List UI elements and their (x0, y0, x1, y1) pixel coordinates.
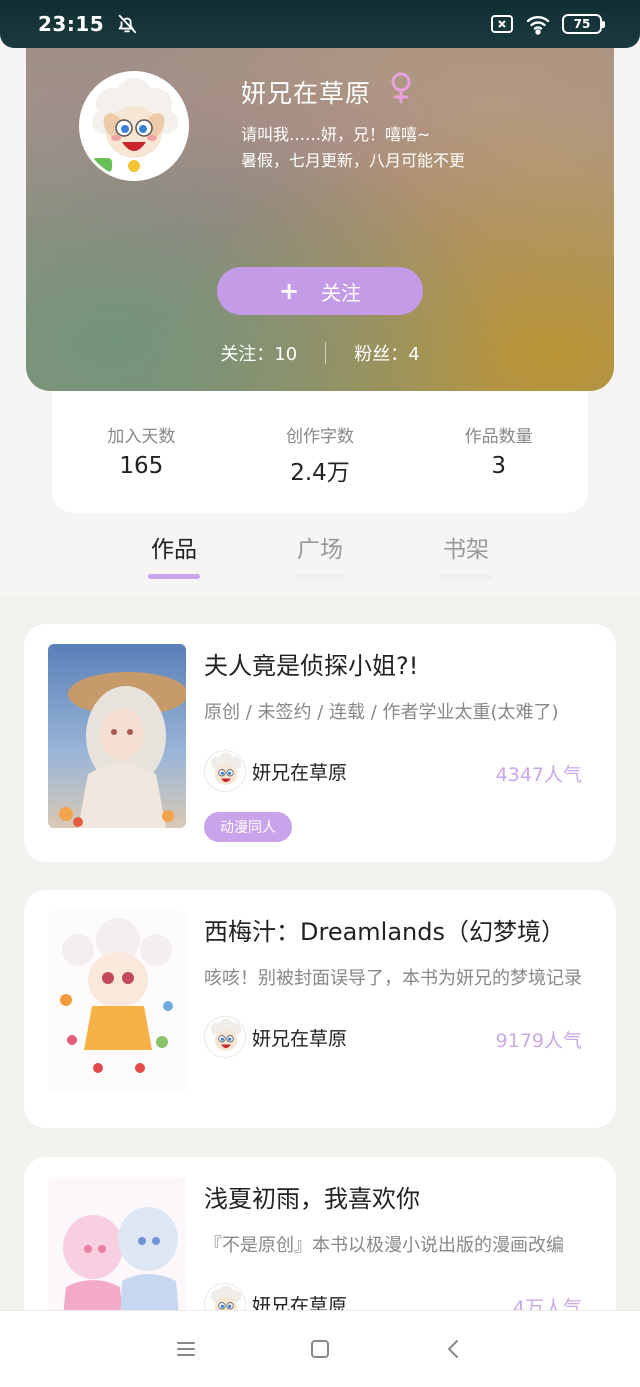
tab-works[interactable]: 作品 (144, 530, 204, 586)
sheep-avatar-icon (205, 751, 245, 791)
stat-label: 作品数量 (464, 427, 533, 447)
author-row[interactable]: 妍兄在草原 (204, 1016, 347, 1058)
status-time: 23:15 (38, 12, 105, 36)
bell-off-icon (118, 14, 137, 34)
book-title[interactable]: 夫人竟是侦探小姐?! (204, 646, 418, 681)
book-card[interactable]: 西梅汁：Dreamlands（幻梦境） 咳咳！别被封面误导了，本书为妍兄的梦境记… (24, 890, 616, 1128)
battery-level: 75 (573, 17, 591, 31)
popularity-count: 4347人气 (495, 764, 582, 786)
plus-icon: + (278, 277, 300, 305)
book-cover[interactable] (48, 644, 186, 828)
sheep-avatar-icon (205, 1017, 245, 1057)
stat-value: 2.4万 (290, 460, 350, 486)
popularity-count: 4万人气 (512, 1297, 582, 1310)
tab-square[interactable]: 广场 (290, 530, 350, 586)
book-title[interactable]: 浅夏初雨，我喜欢你 (204, 1179, 420, 1214)
tab-label: 作品 (151, 537, 197, 563)
tab-bar: 作品 广场 书架 (0, 530, 640, 586)
book-cover-image (48, 910, 186, 1094)
book-title[interactable]: 西梅汁：Dreamlands（幻梦境） (204, 912, 565, 947)
author-name: 妍兄在草原 (252, 761, 348, 784)
tab-label: 广场 (297, 537, 343, 563)
tab-underline (148, 574, 200, 579)
stat-word-count: 创作字数 2.4万 (231, 422, 410, 513)
stat-label: 创作字数 (286, 427, 354, 447)
popularity-count: 9179人气 (495, 1030, 582, 1052)
follow-label: 关注 (321, 280, 362, 305)
book-description: 『不是原创』本书以极漫小说出版的漫画改编 (204, 1235, 564, 1256)
book-description: 原创 / 未签约 / 连载 / 作者学业太重(太难了) (204, 702, 559, 723)
author-name: 妍兄在草原 (252, 1294, 348, 1311)
battery-icon: 75 (562, 14, 605, 34)
author-name: 妍兄在草原 (252, 1027, 348, 1050)
profile-bio: 请叫我……妍，兄！嘻嘻~ 暑假，七月更新，八月可能不更 (241, 122, 465, 174)
book-cover[interactable] (48, 910, 186, 1094)
system-nav-bar (0, 1310, 640, 1387)
female-icon (391, 72, 411, 104)
tab-underline (440, 574, 492, 579)
follow-stats: 关注：10 粉丝：4 (26, 340, 614, 366)
divider (325, 342, 327, 364)
author-avatar (204, 750, 246, 792)
profile-card: 妍兄在草原 请叫我……妍，兄！嘻嘻~ 暑假，七月更新，八月可能不更 + 关注 关… (26, 30, 614, 391)
menu-icon[interactable] (174, 1337, 198, 1361)
stat-join-days: 加入天数 165 (52, 422, 231, 513)
profile-username: 妍兄在草原 (241, 79, 372, 108)
back-icon[interactable] (442, 1337, 466, 1361)
book-card[interactable]: 夫人竟是侦探小姐?! 原创 / 未签约 / 连载 / 作者学业太重(太难了) 妍… (24, 624, 616, 862)
stat-value: 165 (119, 453, 164, 479)
tab-underline (294, 574, 346, 579)
book-cover-image (48, 644, 186, 828)
fans-count[interactable]: 粉丝：4 (354, 340, 419, 366)
follow-button[interactable]: + 关注 (217, 267, 423, 315)
wifi-icon (526, 16, 550, 35)
stat-label: 加入天数 (107, 427, 176, 447)
bio-line: 请叫我……妍，兄！嘻嘻~ (241, 125, 431, 144)
stat-value: 3 (491, 453, 506, 479)
sim-none-icon (491, 15, 513, 33)
book-cover[interactable] (48, 1177, 186, 1310)
book-cover-image (48, 1177, 186, 1310)
bio-line: 暑假，七月更新，八月可能不更 (241, 151, 466, 170)
status-bar: 23:15 75 (0, 0, 640, 48)
tab-bookshelf[interactable]: 书架 (436, 530, 496, 586)
author-row[interactable]: 妍兄在草原 (204, 750, 347, 792)
tab-label: 书架 (443, 537, 489, 563)
book-card[interactable]: 浅夏初雨，我喜欢你 『不是原创』本书以极漫小说出版的漫画改编 妍兄在草原 4万人… (24, 1157, 616, 1310)
following-count[interactable]: 关注：10 (220, 340, 297, 366)
sheep-avatar-icon (82, 74, 186, 178)
author-avatar (204, 1016, 246, 1058)
category-tag[interactable]: 动漫同人 (204, 812, 292, 842)
book-description: 咳咳！别被封面误导了，本书为妍兄的梦境记录 (204, 968, 582, 989)
author-avatar (204, 1283, 246, 1310)
stat-works-count: 作品数量 3 (409, 422, 588, 513)
author-row[interactable]: 妍兄在草原 (204, 1283, 347, 1310)
avatar[interactable] (79, 71, 189, 181)
home-icon[interactable] (308, 1337, 332, 1361)
sheep-avatar-icon (205, 1284, 245, 1310)
